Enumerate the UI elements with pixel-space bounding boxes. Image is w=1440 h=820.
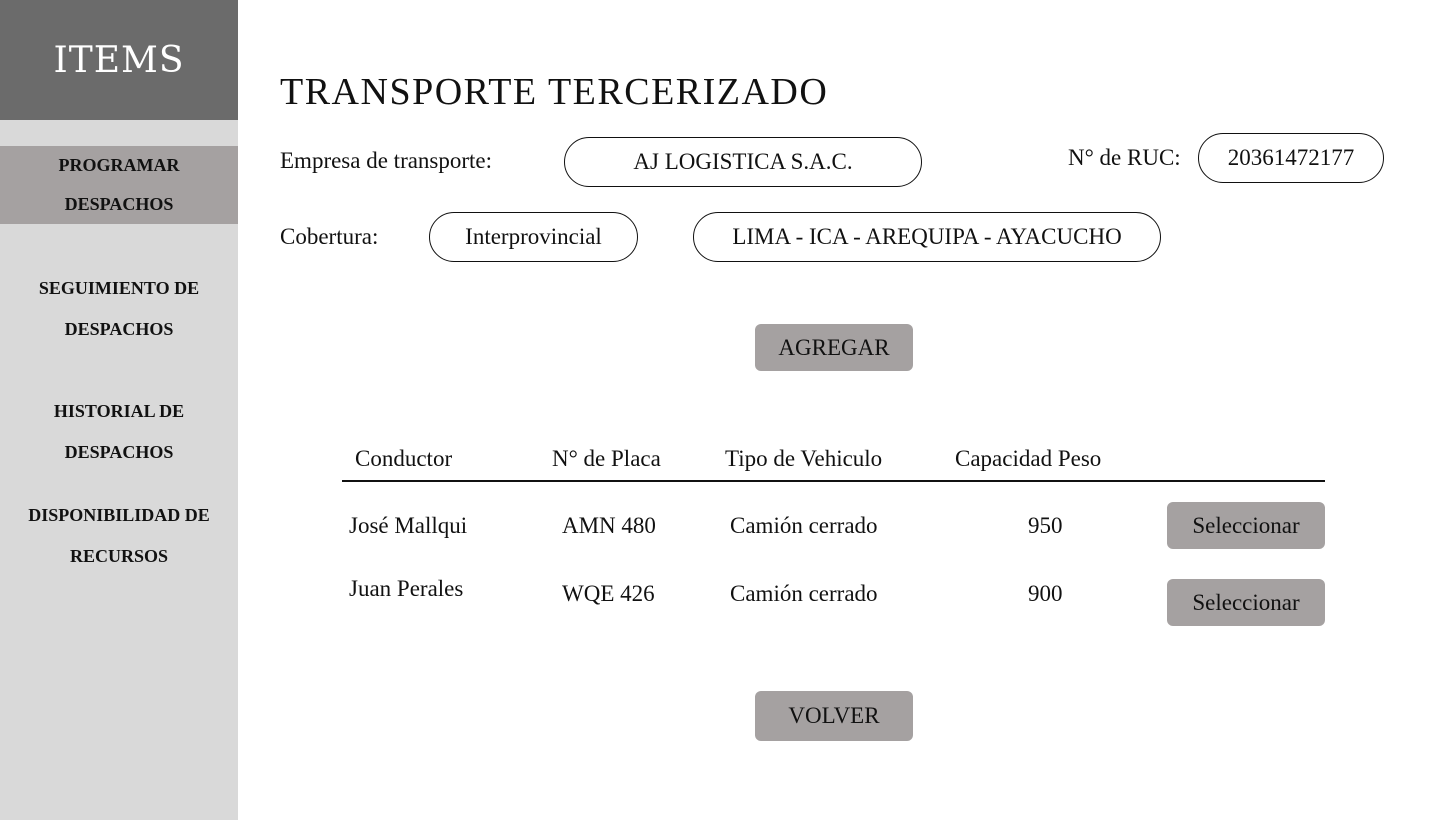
sidebar-header: ITEMS <box>0 0 238 120</box>
sidebar-item-label: HISTORIAL DE <box>53 401 185 421</box>
cell-plate: WQE 426 <box>562 581 655 606</box>
coverage-type-field[interactable]: Interprovincial <box>429 212 638 262</box>
select-button[interactable]: Seleccionar <box>1167 502 1325 549</box>
column-header-placa: N° de Placa <box>552 446 661 471</box>
sidebar: ITEMS PROGRAMAR DESPACHOS SEGUIMIENTO DE… <box>0 0 238 820</box>
select-button[interactable]: Seleccionar <box>1167 579 1325 626</box>
column-header-conductor: Conductor <box>355 446 453 471</box>
cell-vehicle: Camión cerrado <box>730 581 878 606</box>
column-header-capacidad: Capacidad Peso <box>955 446 1102 471</box>
sidebar-item-label: PROGRAMAR <box>58 155 180 175</box>
cell-capacity: 900 <box>1028 581 1063 606</box>
cell-plate: AMN 480 <box>562 513 656 538</box>
cell-vehicle: Camión cerrado <box>730 513 878 538</box>
page-title: TRANSPORTE TERCERIZADO <box>280 71 829 113</box>
coverage-route-field[interactable]: LIMA - ICA - AREQUIPA - AYACUCHO <box>693 212 1161 262</box>
sidebar-item-programar-despachos[interactable]: PROGRAMAR DESPACHOS <box>0 146 238 224</box>
column-header-vehiculo: Tipo de Vehiculo <box>725 446 883 471</box>
company-label: Empresa de transporte: <box>280 148 493 173</box>
cell-capacity: 950 <box>1028 513 1063 538</box>
sidebar-item-label: DESPACHOS <box>64 319 174 339</box>
sidebar-item-label: SEGUIMIENTO DE <box>38 278 200 298</box>
sidebar-item-label: DESPACHOS <box>64 442 174 462</box>
cell-driver: Juan Perales <box>349 576 464 601</box>
company-field[interactable]: AJ LOGISTICA S.A.C. <box>564 137 922 187</box>
sidebar-item-label: DESPACHOS <box>64 194 174 214</box>
coverage-label: Cobertura: <box>280 224 379 249</box>
sidebar-item-disponibilidad-recursos[interactable]: DISPONIBILIDAD DE RECURSOS <box>0 495 238 577</box>
ruc-field[interactable]: 20361472177 <box>1198 133 1384 183</box>
add-button[interactable]: AGREGAR <box>755 324 913 371</box>
cell-driver: José Mallqui <box>349 513 468 538</box>
sidebar-item-historial-despachos[interactable]: HISTORIAL DE DESPACHOS <box>0 391 238 473</box>
sidebar-item-label: RECURSOS <box>69 546 169 566</box>
sidebar-item-label: DISPONIBILIDAD DE <box>28 505 210 525</box>
back-button[interactable]: VOLVER <box>755 691 913 741</box>
table-header-divider <box>342 480 1325 482</box>
ruc-label: N° de RUC: <box>1068 145 1181 170</box>
sidebar-item-seguimiento-despachos[interactable]: SEGUIMIENTO DE DESPACHOS <box>0 268 238 350</box>
